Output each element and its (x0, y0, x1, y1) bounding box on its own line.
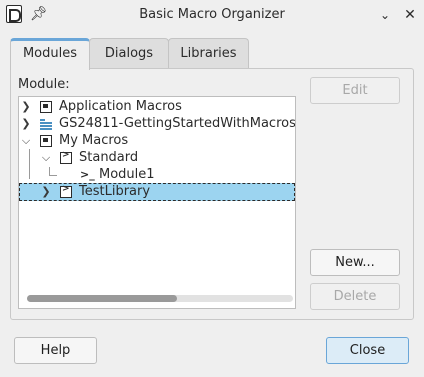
tree-item-standard[interactable]: ⌵ Standard (19, 149, 295, 167)
close-button[interactable]: Close (326, 337, 409, 364)
tree-item-testlibrary[interactable]: ❯ TestLibrary (19, 183, 295, 201)
module-icon: >_ (80, 168, 95, 181)
chevron-down-icon[interactable]: ⌵ (20, 132, 32, 150)
horizontal-scrollbar[interactable] (27, 295, 293, 302)
container-icon (40, 135, 52, 147)
minimize-button[interactable]: ⌄ (376, 6, 394, 24)
close-window-button[interactable]: ✕ (401, 6, 419, 24)
scrollbar-thumb[interactable] (27, 295, 177, 302)
module-tree[interactable]: ❯ Application Macros ❯ GS24811-GettingSt… (18, 96, 296, 309)
module-label: Module: (18, 77, 70, 92)
chevron-down-icon[interactable]: ⌵ (40, 149, 52, 167)
library-icon (60, 184, 72, 198)
delete-button[interactable]: Delete (310, 283, 400, 310)
tree-item-label: GS24811-GettingStartedWithMacros_OH (59, 116, 296, 131)
tree-item-label: Module1 (99, 167, 155, 182)
tree-item-label: My Macros (59, 133, 129, 148)
tree-item-application-macros[interactable]: ❯ Application Macros (19, 98, 295, 116)
library-icon (60, 150, 72, 164)
tree-item-module1[interactable]: >_ Module1 (19, 166, 295, 184)
chevron-right-icon[interactable]: ❯ (20, 98, 32, 116)
tree-item-document[interactable]: ❯ GS24811-GettingStartedWithMacros_OH (19, 115, 295, 133)
tree-item-label: Standard (79, 150, 139, 165)
window-title: Basic Macro Organizer (139, 7, 285, 22)
tab-dialogs[interactable]: Dialogs (89, 38, 169, 69)
document-icon (40, 118, 52, 130)
title-bar: 📌︎ Basic Macro Organizer ⌄ ✕ (0, 0, 424, 30)
container-icon (40, 101, 52, 113)
chevron-right-icon[interactable]: ❯ (40, 183, 52, 201)
tree-item-label: TestLibrary (79, 184, 151, 199)
chevron-right-icon[interactable]: ❯ (20, 115, 32, 133)
help-button[interactable]: Help (14, 337, 97, 364)
tree-item-label: Application Macros (59, 99, 182, 114)
tree-item-my-macros[interactable]: ⌵ My Macros (19, 132, 295, 150)
edit-button[interactable]: Edit (310, 77, 400, 104)
tab-libraries[interactable]: Libraries (168, 38, 249, 69)
tab-modules[interactable]: Modules (10, 38, 90, 70)
new-button[interactable]: New... (310, 249, 400, 276)
